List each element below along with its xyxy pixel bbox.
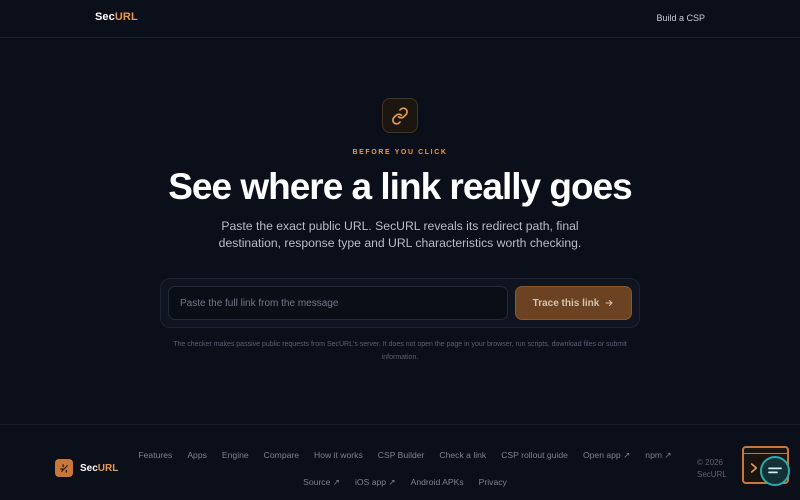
trace-link-button[interactable]: Trace this link [515, 286, 632, 320]
footer-link-check-a-link[interactable]: Check a link [439, 450, 486, 460]
copyright: © 2026 SecURL [697, 457, 737, 481]
footer-link-csp-rollout-guide[interactable]: CSP rollout guide [501, 450, 568, 460]
footer-link-engine[interactable]: Engine [222, 450, 249, 460]
nav-build-csp-link[interactable]: Build a CSP [656, 13, 705, 23]
footer-link-apps[interactable]: Apps [187, 450, 207, 460]
footer-link-npm[interactable]: npm ↗ [645, 450, 671, 460]
assistant-bubble-icon[interactable] [760, 456, 790, 486]
footer-link-ios-app[interactable]: iOS app ↗ [355, 477, 396, 487]
link-icon-badge [382, 98, 418, 133]
brand-logo-text[interactable]: SecURL [95, 11, 138, 23]
page-title: See where a link really goes [168, 166, 633, 207]
arrow-right-icon [605, 300, 613, 306]
copyright-owner: SecURL [697, 470, 727, 479]
footer-link-source[interactable]: Source ↗ [303, 477, 340, 487]
trace-button-label: Trace this link [532, 297, 600, 309]
footer-brand[interactable]: SecURL [55, 459, 118, 477]
footer-link-open-app[interactable]: Open app ↗ [583, 450, 630, 460]
url-input[interactable] [168, 286, 508, 320]
widget-titlebar [744, 448, 787, 454]
footer-link-android-apks[interactable]: Android APKs [411, 477, 464, 487]
footer-link-how-it-works[interactable]: How it works [314, 450, 363, 460]
checker-disclaimer: The checker makes passive public request… [173, 341, 627, 361]
securl-logo-icon [55, 459, 73, 477]
footer-link-privacy[interactable]: Privacy [479, 477, 507, 487]
hero-subtitle: Paste the exact public URL. SecURL revea… [218, 219, 582, 250]
footer-nav: Features Apps Engine Compare How it work… [120, 450, 690, 487]
footer-brand-text: SecURL [80, 462, 119, 474]
hero-eyebrow: BEFORE YOU CLICK [352, 149, 448, 156]
footer-link-csp-builder[interactable]: CSP Builder [378, 450, 425, 460]
link-icon [392, 106, 408, 125]
copyright-year: © 2026 [697, 458, 723, 467]
footer-link-compare[interactable]: Compare [264, 450, 299, 460]
site-header: SecURL Build a CSP [0, 0, 800, 38]
footer-link-features[interactable]: Features [138, 450, 172, 460]
